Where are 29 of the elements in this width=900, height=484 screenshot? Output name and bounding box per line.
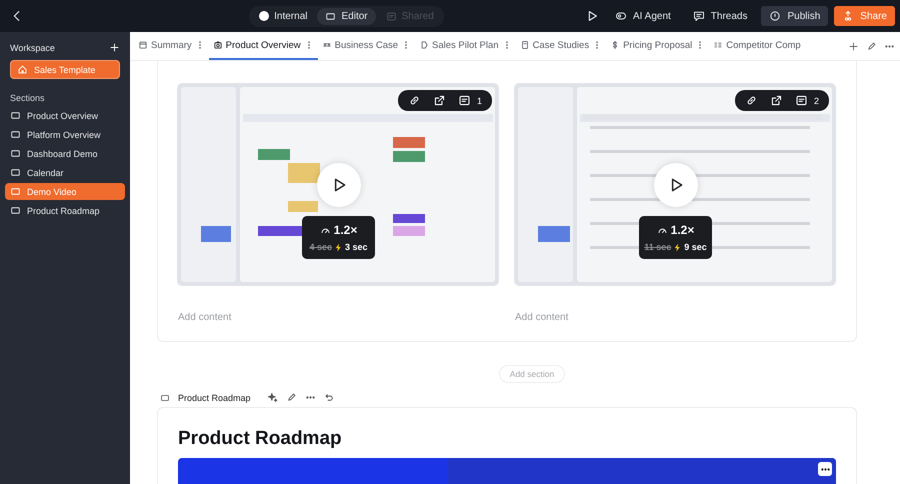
sections-label: Sections (9, 93, 46, 103)
section-item[interactable]: Calendar (5, 164, 125, 181)
new-duration: 9 sec (684, 242, 707, 252)
comments-button[interactable]: 2 (794, 94, 819, 107)
comments-button[interactable]: 1 (458, 94, 482, 107)
tab[interactable]: Pricing Proposal (606, 32, 710, 60)
section-item[interactable]: Product Roadmap (5, 202, 125, 219)
section-item[interactable]: Dashboard Demo (5, 145, 125, 162)
tab[interactable]: Summary (134, 32, 209, 60)
tab[interactable]: Sales Pilot Plan (415, 32, 516, 60)
section-item[interactable]: Platform Overview (5, 126, 125, 143)
old-duration: 11 sec (644, 242, 672, 252)
section-heading: Product Roadmap (178, 428, 343, 450)
tab[interactable]: Case Studies (516, 32, 606, 60)
old-duration: 4 sec (309, 242, 332, 252)
tab[interactable]: Product Overview (208, 32, 318, 60)
mode-toggle[interactable]: Internal (251, 8, 316, 24)
workspace-title: Workspace (10, 42, 55, 52)
section-item[interactable]: Product Overview (5, 107, 125, 124)
speed-label: 1.2× (670, 223, 694, 237)
publish-button[interactable]: Publish (761, 6, 828, 26)
speed-label: 1.2× (334, 223, 358, 237)
section-title: Product Roadmap (178, 392, 251, 402)
new-duration: 3 sec (345, 242, 368, 252)
mode-toggle[interactable]: Editor (317, 8, 376, 24)
tab[interactable]: Competitor Comp (709, 32, 805, 60)
agent-button[interactable]: AI Agent (606, 6, 679, 26)
threads-button[interactable]: Threads (684, 6, 756, 26)
tab[interactable]: Business Case (318, 32, 416, 60)
